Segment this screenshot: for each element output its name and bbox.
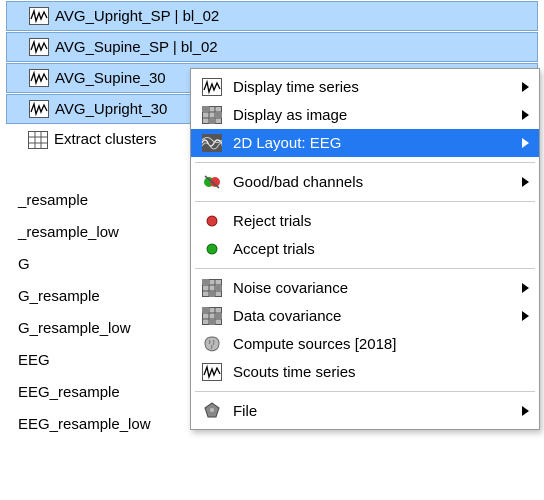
- background-list: _resample _resample_low G G_resample G_resam…: [0, 184, 180, 440]
- menu-item-label: Noise covariance: [233, 280, 512, 297]
- tree-item-label: AVG_Upright_SP | bl_02: [55, 8, 219, 25]
- menu-item-label: Data covariance: [233, 308, 512, 325]
- menu-item-label: 2D Layout: EEG: [233, 135, 512, 152]
- grid-icon: [201, 305, 223, 327]
- file-icon: [201, 400, 223, 422]
- menu-item[interactable]: Compute sources [2018]: [191, 330, 539, 358]
- background-item-label: EEG_resample_low: [18, 416, 151, 433]
- wave-icon: [201, 361, 223, 383]
- menu-item-label: Reject trials: [233, 213, 529, 230]
- context-menu: Display time series Display as image 2D La…: [190, 68, 540, 430]
- background-item: EEG: [0, 344, 180, 376]
- menu-separator: [195, 162, 535, 163]
- submenu-arrow-icon: [522, 138, 529, 148]
- table-icon: [28, 131, 48, 149]
- goodbad-icon: [201, 171, 223, 193]
- menu-item-label: File: [233, 403, 512, 420]
- background-item-label: _resample_low: [18, 224, 119, 241]
- menu-item[interactable]: Reject trials: [191, 207, 539, 235]
- background-item: EEG_resample_low: [0, 408, 180, 440]
- brain-icon: [201, 333, 223, 355]
- menu-item[interactable]: Good/bad channels: [191, 168, 539, 196]
- background-item-label: EEG: [18, 352, 50, 369]
- grid-icon: [201, 104, 223, 126]
- wave-icon: [201, 76, 223, 98]
- submenu-arrow-icon: [522, 311, 529, 321]
- background-item-label: G_resample: [18, 288, 100, 305]
- menu-item[interactable]: Data covariance: [191, 302, 539, 330]
- background-item: _resample: [0, 184, 180, 216]
- wave-icon: [29, 7, 49, 25]
- menu-item[interactable]: Noise covariance: [191, 274, 539, 302]
- menu-item[interactable]: File: [191, 397, 539, 425]
- tree-item-label: AVG_Supine_SP | bl_02: [55, 39, 218, 56]
- background-item: _resample_low: [0, 216, 180, 248]
- wave-icon: [29, 38, 49, 56]
- submenu-arrow-icon: [522, 283, 529, 293]
- menu-item[interactable]: Display as image: [191, 101, 539, 129]
- menu-item-label: Display time series: [233, 79, 512, 96]
- submenu-arrow-icon: [522, 110, 529, 120]
- background-item-label: G: [18, 256, 30, 273]
- tree-item-label: Extract clusters: [54, 131, 157, 148]
- menu-separator: [195, 391, 535, 392]
- menu-item-label: Accept trials: [233, 241, 529, 258]
- background-item: G_resample_low: [0, 312, 180, 344]
- background-item: EEG_resample: [0, 376, 180, 408]
- tree-item[interactable]: AVG_Supine_SP | bl_02: [6, 32, 538, 62]
- menu-item[interactable]: Accept trials: [191, 235, 539, 263]
- wave-icon: [29, 100, 49, 118]
- menu-item[interactable]: 2D Layout: EEG: [191, 129, 539, 157]
- menu-item-label: Display as image: [233, 107, 512, 124]
- background-item: G_resample: [0, 280, 180, 312]
- menu-item-label: Compute sources [2018]: [233, 336, 529, 353]
- grid-icon: [201, 277, 223, 299]
- tree-item-label: AVG_Upright_30: [55, 101, 167, 118]
- menu-item-label: Scouts time series: [233, 364, 529, 381]
- red-dot-icon: [201, 210, 223, 232]
- submenu-arrow-icon: [522, 406, 529, 416]
- menu-separator: [195, 268, 535, 269]
- menu-item-label: Good/bad channels: [233, 174, 512, 191]
- submenu-arrow-icon: [522, 82, 529, 92]
- background-item-label: EEG_resample: [18, 384, 120, 401]
- background-item: G: [0, 248, 180, 280]
- background-item-label: _resample: [18, 192, 88, 209]
- green-dot-icon: [201, 238, 223, 260]
- tree-item[interactable]: AVG_Upright_SP | bl_02: [6, 1, 538, 31]
- submenu-arrow-icon: [522, 177, 529, 187]
- menu-item[interactable]: Scouts time series: [191, 358, 539, 386]
- tree-item-label: AVG_Supine_30: [55, 70, 166, 87]
- wave-icon: [29, 69, 49, 87]
- layout-icon: [201, 132, 223, 154]
- menu-item[interactable]: Display time series: [191, 73, 539, 101]
- background-item-label: G_resample_low: [18, 320, 131, 337]
- menu-separator: [195, 201, 535, 202]
